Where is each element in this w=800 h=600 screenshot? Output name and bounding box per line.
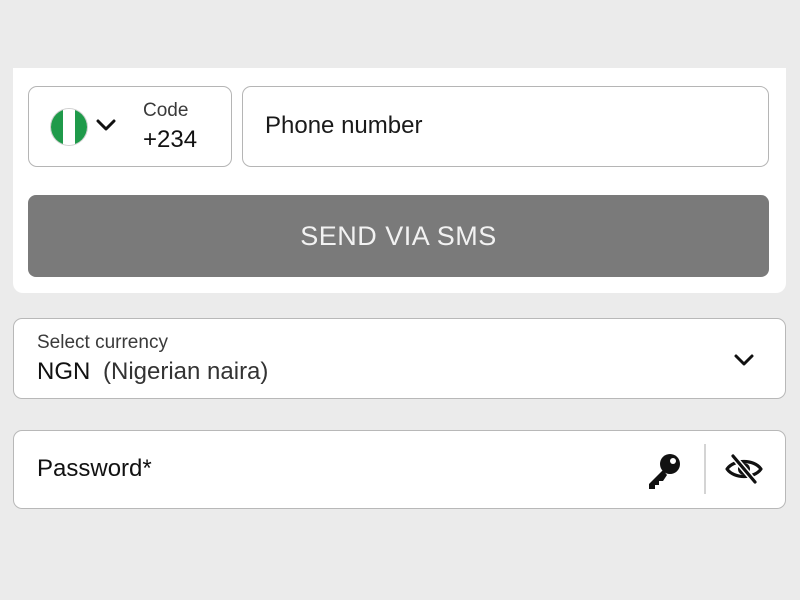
chevron-down-icon: [734, 354, 754, 366]
phone-card: Code +234 SEND VIA SMS: [13, 68, 786, 293]
phone-number-field: [242, 86, 769, 167]
password-field: [13, 430, 786, 509]
key-icon[interactable]: [644, 451, 684, 491]
registration-form: Code +234 SEND VIA SMS Select currency N…: [0, 0, 800, 600]
nigeria-flag-icon: [51, 109, 87, 145]
eye-slash-icon[interactable]: [724, 451, 764, 487]
currency-label: Select currency: [37, 332, 168, 353]
code-value: +234: [143, 126, 198, 153]
send-via-sms-button[interactable]: SEND VIA SMS: [28, 195, 769, 277]
code-label: Code: [143, 100, 189, 121]
currency-name: (Nigerian naira): [103, 358, 269, 385]
phone-number-input[interactable]: [265, 87, 755, 165]
currency-select[interactable]: Select currency NGN (Nigerian naira): [13, 318, 786, 399]
currency-code: NGN: [37, 358, 91, 385]
password-icons-divider: [704, 444, 706, 494]
password-input[interactable]: [37, 431, 627, 507]
country-code-selector[interactable]: Code +234: [28, 86, 232, 167]
chevron-down-icon: [96, 119, 116, 131]
